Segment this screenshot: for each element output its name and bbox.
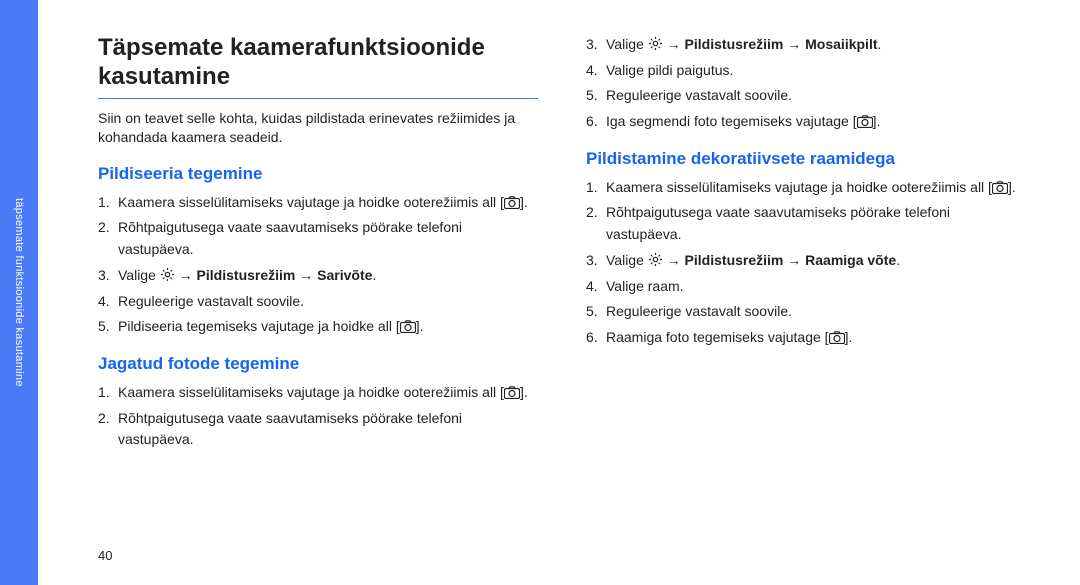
list-text: Valige → Pildistusrežiim → Raamiga võte. <box>606 250 1026 272</box>
list-text: Valige raam. <box>606 276 1026 298</box>
camera-icon <box>504 196 520 209</box>
list-item: 6.Iga segmendi foto tegemiseks vajutage … <box>586 111 1026 133</box>
list-item: 3.Valige → Pildistusrežiim → Raamiga võt… <box>586 250 1026 272</box>
list-text: Kaamera sisselülitamiseks vajutage ja ho… <box>118 382 538 404</box>
list-number: 4. <box>98 291 118 313</box>
list-number: 2. <box>586 202 606 245</box>
camera-icon <box>829 331 845 344</box>
list-item: 3.Valige → Pildistusrežiim → Mosaiikpilt… <box>586 34 1026 56</box>
list-text: Iga segmendi foto tegemiseks vajutage []… <box>606 111 1026 133</box>
camera-icon <box>400 320 416 333</box>
list-text: Rõhtpaigutusega vaate saavutamiseks pöör… <box>118 217 538 260</box>
list-item: 1.Kaamera sisselülitamiseks vajutage ja … <box>98 382 538 404</box>
list-number: 1. <box>586 177 606 199</box>
gear-icon <box>648 252 663 267</box>
list-item: 1.Kaamera sisselülitamiseks vajutage ja … <box>586 177 1026 199</box>
list-number: 3. <box>98 265 118 287</box>
list-item: 5.Reguleerige vastavalt soovile. <box>586 85 1026 107</box>
list-text: Kaamera sisselülitamiseks vajutage ja ho… <box>606 177 1026 199</box>
list-number: 4. <box>586 60 606 82</box>
list-text: Valige → Pildistusrežiim → Mosaiikpilt. <box>606 34 1026 56</box>
gear-icon <box>648 36 663 51</box>
camera-icon <box>992 181 1008 194</box>
left-column: Täpsemate kaamerafunktsioonide kasutamin… <box>98 34 538 455</box>
list-text: Pildiseeria tegemiseks vajutage ja hoidk… <box>118 316 538 338</box>
list-item: 4.Reguleerige vastavalt soovile. <box>98 291 538 313</box>
list-item: 6.Raamiga foto tegemiseks vajutage []. <box>586 327 1026 349</box>
list-number: 5. <box>586 85 606 107</box>
list-text: Reguleerige vastavalt soovile. <box>118 291 538 313</box>
list-item: 3.Valige → Pildistusrežiim → Sarivõte. <box>98 265 538 287</box>
ordered-list: 1.Kaamera sisselülitamiseks vajutage ja … <box>98 382 538 451</box>
right-column: 3.Valige → Pildistusrežiim → Mosaiikpilt… <box>586 34 1026 455</box>
list-text: Valige pildi paigutus. <box>606 60 1026 82</box>
list-text: Rõhtpaigutusega vaate saavutamiseks pöör… <box>606 202 1026 245</box>
list-item: 2.Rõhtpaigutusega vaate saavutamiseks pö… <box>586 202 1026 245</box>
ordered-list: 3.Valige → Pildistusrežiim → Mosaiikpilt… <box>586 34 1026 133</box>
list-item: 5.Reguleerige vastavalt soovile. <box>586 301 1026 323</box>
list-number: 3. <box>586 250 606 272</box>
list-number: 1. <box>98 382 118 404</box>
page-body: Täpsemate kaamerafunktsioonide kasutamin… <box>38 0 1080 585</box>
camera-icon <box>857 115 873 128</box>
list-number: 3. <box>586 34 606 56</box>
gear-icon <box>160 267 175 282</box>
list-number: 6. <box>586 111 606 133</box>
list-item: 4.Valige raam. <box>586 276 1026 298</box>
sidebar: täpsemate funktsioonide kasutamine <box>0 0 38 585</box>
list-number: 5. <box>98 316 118 338</box>
title-rule <box>98 98 538 99</box>
list-item: 2.Rõhtpaigutusega vaate saavutamiseks pö… <box>98 217 538 260</box>
list-text: Raamiga foto tegemiseks vajutage []. <box>606 327 1026 349</box>
list-text: Kaamera sisselülitamiseks vajutage ja ho… <box>118 192 538 214</box>
list-number: 6. <box>586 327 606 349</box>
list-number: 2. <box>98 217 118 260</box>
list-text: Reguleerige vastavalt soovile. <box>606 85 1026 107</box>
ordered-list: 1.Kaamera sisselülitamiseks vajutage ja … <box>98 192 538 338</box>
list-item: 5.Pildiseeria tegemiseks vajutage ja hoi… <box>98 316 538 338</box>
list-item: 2.Rõhtpaigutusega vaate saavutamiseks pö… <box>98 408 538 451</box>
list-text: Reguleerige vastavalt soovile. <box>606 301 1026 323</box>
section-heading: Jagatud fotode tegemine <box>98 354 538 374</box>
list-item: 1.Kaamera sisselülitamiseks vajutage ja … <box>98 192 538 214</box>
list-number: 2. <box>98 408 118 451</box>
list-number: 1. <box>98 192 118 214</box>
page-number: 40 <box>98 548 112 563</box>
camera-icon <box>504 386 520 399</box>
section-heading: Pildistamine dekoratiivsete raamidega <box>586 149 1026 169</box>
list-number: 4. <box>586 276 606 298</box>
list-item: 4.Valige pildi paigutus. <box>586 60 1026 82</box>
list-text: Rõhtpaigutusega vaate saavutamiseks pöör… <box>118 408 538 451</box>
list-number: 5. <box>586 301 606 323</box>
list-text: Valige → Pildistusrežiim → Sarivõte. <box>118 265 538 287</box>
section-heading: Pildiseeria tegemine <box>98 164 538 184</box>
sidebar-label: täpsemate funktsioonide kasutamine <box>13 198 25 387</box>
ordered-list: 1.Kaamera sisselülitamiseks vajutage ja … <box>586 177 1026 349</box>
intro-text: Siin on teavet selle kohta, kuidas pildi… <box>98 109 538 148</box>
page-title: Täpsemate kaamerafunktsioonide kasutamin… <box>98 34 538 92</box>
